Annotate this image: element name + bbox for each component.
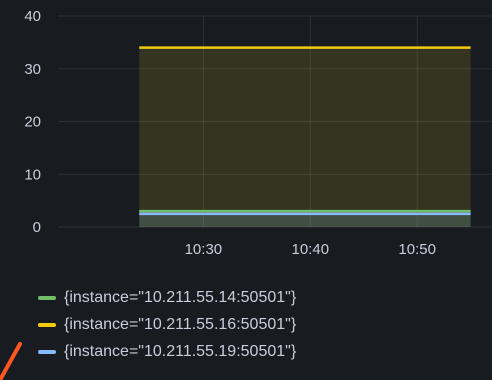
graph-panel: 0 10 20 30 40 10:30 10:40 10:50 {instance="10.…	[0, 0, 492, 380]
series-area-2	[139, 47, 471, 228]
legend-item-series-2[interactable]: {instance="10.211.55.16:50501"}	[38, 311, 488, 338]
y-axis: 0 10 20 30 40	[24, 8, 41, 236]
y-tick-label: 30	[24, 61, 41, 78]
y-tick-label: 40	[24, 8, 41, 25]
legend-item-series-1[interactable]: {instance="10.211.55.14:50501"}	[38, 284, 488, 311]
x-tick-label: 10:40	[292, 241, 330, 258]
x-tick-label: 10:30	[185, 241, 223, 258]
y-tick-label: 20	[24, 114, 41, 131]
time-series-chart[interactable]: 0 10 20 30 40 10:30 10:40 10:50	[0, 0, 492, 270]
y-tick-label: 10	[24, 166, 41, 183]
legend-label: {instance="10.211.55.19:50501"}	[64, 342, 297, 360]
legend-swatch-icon	[38, 349, 56, 354]
legend-label: {instance="10.211.55.14:50501"}	[64, 288, 297, 306]
legend-swatch-icon	[38, 322, 56, 327]
arrow-annotation-icon	[0, 342, 22, 380]
x-tick-label: 10:50	[398, 241, 436, 258]
legend-item-series-3[interactable]: {instance="10.211.55.19:50501"}	[38, 338, 488, 365]
legend-label: {instance="10.211.55.16:50501"}	[64, 315, 297, 333]
series-areas	[139, 47, 471, 228]
chart-legend: {instance="10.211.55.14:50501"} {instanc…	[38, 284, 488, 365]
series-area-3	[139, 213, 471, 227]
x-axis: 10:30 10:40 10:50	[185, 241, 436, 258]
legend-swatch-icon	[38, 295, 56, 300]
y-tick-label: 0	[33, 219, 41, 236]
